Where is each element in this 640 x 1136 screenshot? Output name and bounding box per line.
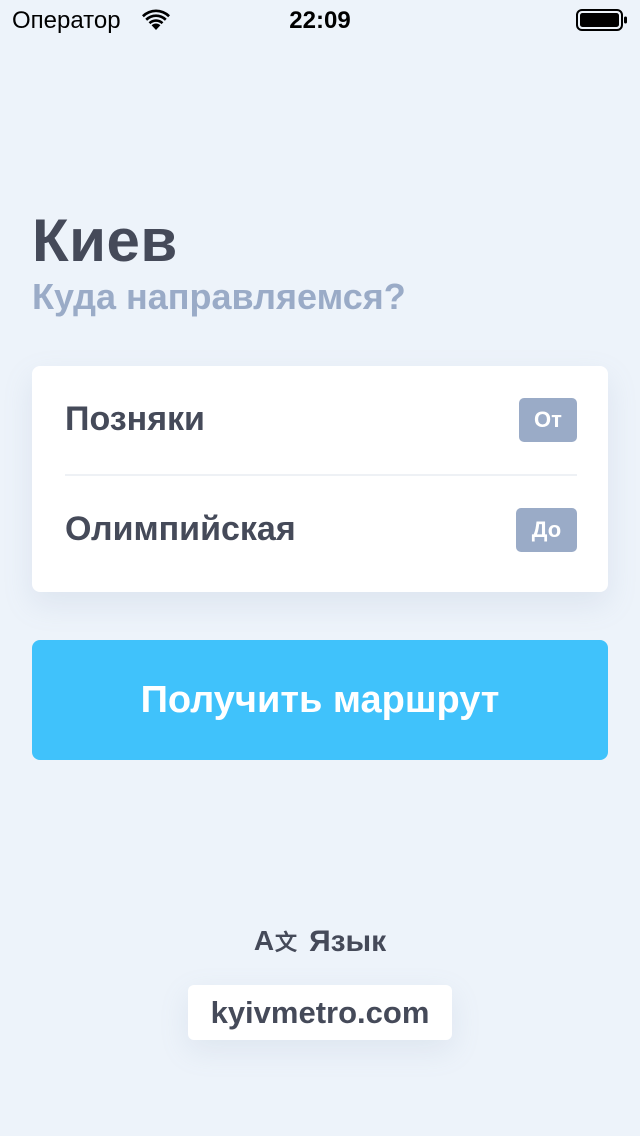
to-station-field[interactable]: Олимпийская До bbox=[32, 476, 608, 584]
from-station-name: Позняки bbox=[65, 400, 205, 438]
status-bar: Оператор 22:09 bbox=[0, 0, 640, 40]
website-link[interactable]: kyivmetro.com bbox=[188, 985, 452, 1040]
translate-icon: A文 bbox=[253, 925, 298, 956]
from-station-field[interactable]: Позняки От bbox=[32, 366, 608, 474]
status-time: 22:09 bbox=[289, 7, 351, 34]
city-title: Киев bbox=[32, 207, 178, 274]
language-label: Язык bbox=[309, 925, 387, 958]
to-badge: До bbox=[516, 508, 577, 552]
route-card: Позняки От Олимпийская До bbox=[32, 366, 608, 592]
from-badge: От bbox=[519, 398, 577, 442]
page-subtitle: Куда направляемся? bbox=[32, 276, 406, 317]
battery-icon bbox=[576, 9, 627, 31]
language-button[interactable]: A文 Язык bbox=[0, 922, 640, 962]
get-route-button[interactable]: Получить маршрут bbox=[32, 640, 608, 760]
to-station-name: Олимпийская bbox=[65, 510, 296, 548]
